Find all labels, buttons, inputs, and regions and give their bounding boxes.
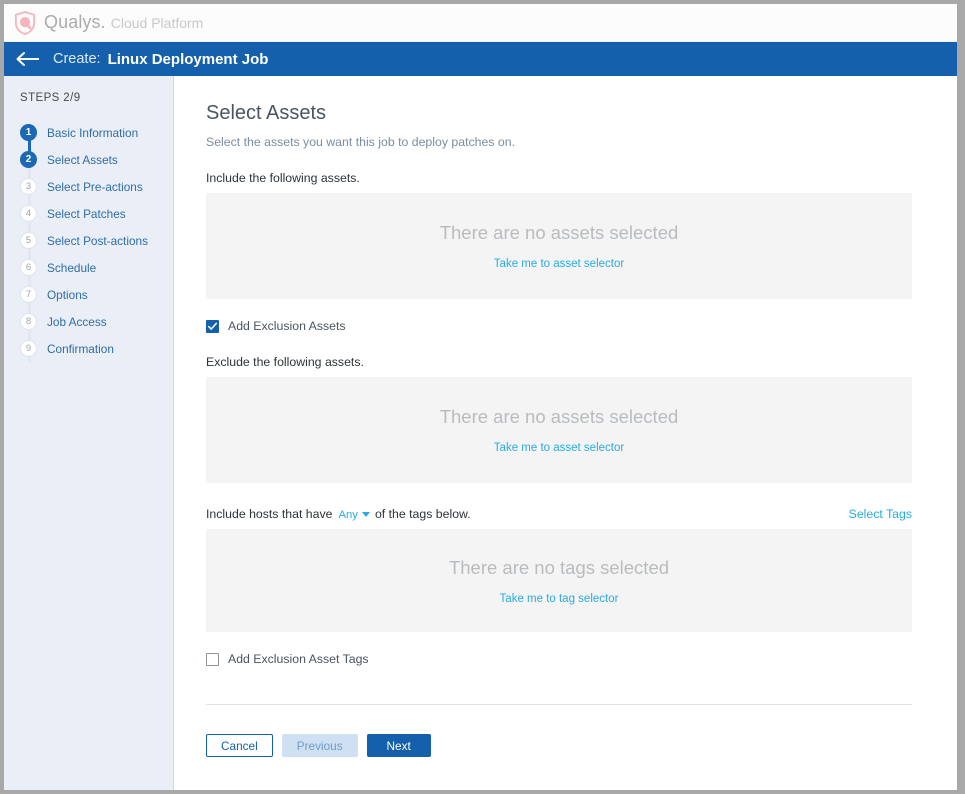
step-label: Select Pre-actions [47, 180, 143, 194]
step-number-badge: 9 [20, 340, 37, 357]
include-assets-empty-message: There are no assets selected [440, 222, 679, 244]
step-label: Select Patches [47, 207, 126, 221]
include-assets-selector-link[interactable]: Take me to asset selector [494, 258, 624, 270]
exclude-assets-empty-state: There are no assets selected Take me to … [206, 377, 912, 483]
step-number-badge: 6 [20, 259, 37, 276]
brand-bar: Qualys. Cloud Platform [4, 4, 957, 42]
include-assets-label: Include the following assets. [206, 171, 912, 185]
cancel-button[interactable]: Cancel [206, 734, 273, 757]
step-number-badge: 3 [20, 178, 37, 195]
step-label: Select Assets [47, 153, 118, 167]
add-exclusion-asset-tags-checkbox[interactable] [206, 653, 219, 666]
page-titlebar: Create: Linux Deployment Job [4, 42, 957, 76]
add-exclusion-assets-checkbox[interactable] [206, 320, 219, 333]
next-button[interactable]: Next [367, 734, 431, 757]
add-exclusion-asset-tags-row[interactable]: Add Exclusion Asset Tags [206, 652, 912, 666]
brand-subtitle: Cloud Platform [111, 15, 204, 31]
browser-viewport: Qualys. Cloud Platform Create: Linux Dep… [4, 4, 957, 790]
tags-empty-message: There are no tags selected [449, 557, 669, 579]
titlebar-prefix: Create: [53, 51, 101, 67]
step-number-badge: 5 [20, 232, 37, 249]
back-arrow-icon[interactable] [15, 51, 41, 67]
tags-row-suffix: of the tags below. [375, 507, 471, 521]
page-body: STEPS 2/9 1 Basic Information 2 Select Asse… [4, 76, 957, 790]
add-exclusion-assets-label: Add Exclusion Assets [228, 319, 346, 333]
step-label: Select Post-actions [47, 234, 148, 248]
brand-name: Qualys. [44, 12, 106, 33]
main-content: Select Assets Select the assets you want… [174, 76, 957, 790]
sidebar-step-confirmation[interactable]: 9 Confirmation [20, 335, 173, 362]
sidebar-step-job-access[interactable]: 8 Job Access [20, 308, 173, 335]
sidebar-step-select-pre-actions[interactable]: 3 Select Pre-actions [20, 173, 173, 200]
step-number-badge: 2 [20, 151, 37, 168]
exclude-assets-selector-link[interactable]: Take me to asset selector [494, 442, 624, 454]
titlebar-title: Linux Deployment Job [108, 51, 269, 68]
chevron-down-icon [362, 512, 370, 517]
sidebar-step-options[interactable]: 7 Options [20, 281, 173, 308]
exclude-assets-label: Exclude the following assets. [206, 355, 912, 369]
step-number-badge: 4 [20, 205, 37, 222]
tags-operator-row: Include hosts that have Any of the tags … [206, 507, 912, 521]
include-assets-empty-state: There are no assets selected Take me to … [206, 193, 912, 299]
step-label: Options [47, 288, 88, 302]
wizard-button-bar: Cancel Previous Next [206, 734, 912, 757]
tags-row-prefix: Include hosts that have [206, 507, 332, 521]
tags-empty-state: There are no tags selected Take me to ta… [206, 529, 912, 632]
add-exclusion-asset-tags-label: Add Exclusion Asset Tags [228, 652, 369, 666]
steps-counter: STEPS 2/9 [4, 92, 173, 104]
steps-sidebar: STEPS 2/9 1 Basic Information 2 Select Asse… [4, 76, 174, 790]
step-label: Schedule [47, 261, 96, 275]
sidebar-step-select-post-actions[interactable]: 5 Select Post-actions [20, 227, 173, 254]
sidebar-step-select-assets[interactable]: 2 Select Assets [20, 146, 173, 173]
add-exclusion-assets-row[interactable]: Add Exclusion Assets [206, 319, 912, 333]
select-tags-link[interactable]: Select Tags [849, 507, 912, 521]
previous-button[interactable]: Previous [282, 734, 358, 757]
tags-operator-value: Any [338, 509, 357, 521]
qualys-shield-icon [14, 11, 36, 35]
app-window: Qualys. Cloud Platform Create: Linux Dep… [0, 0, 965, 794]
exclude-assets-empty-message: There are no assets selected [440, 406, 679, 428]
page-subtitle: Select the assets you want this job to d… [206, 135, 912, 149]
step-number-badge: 7 [20, 286, 37, 303]
sidebar-step-select-patches[interactable]: 4 Select Patches [20, 200, 173, 227]
footer-divider [206, 704, 912, 705]
tags-operator-dropdown[interactable]: Any [338, 509, 369, 521]
step-number-badge: 8 [20, 313, 37, 330]
step-label: Confirmation [47, 342, 114, 356]
sidebar-step-schedule[interactable]: 6 Schedule [20, 254, 173, 281]
step-label: Job Access [47, 315, 107, 329]
step-number-badge: 1 [20, 124, 37, 141]
step-list: 1 Basic Information 2 Select Assets 3 Select … [4, 119, 173, 362]
step-label: Basic Information [47, 126, 138, 140]
page-title: Select Assets [206, 102, 912, 125]
tags-selector-link[interactable]: Take me to tag selector [500, 593, 619, 605]
sidebar-step-basic-information[interactable]: 1 Basic Information [20, 119, 173, 146]
